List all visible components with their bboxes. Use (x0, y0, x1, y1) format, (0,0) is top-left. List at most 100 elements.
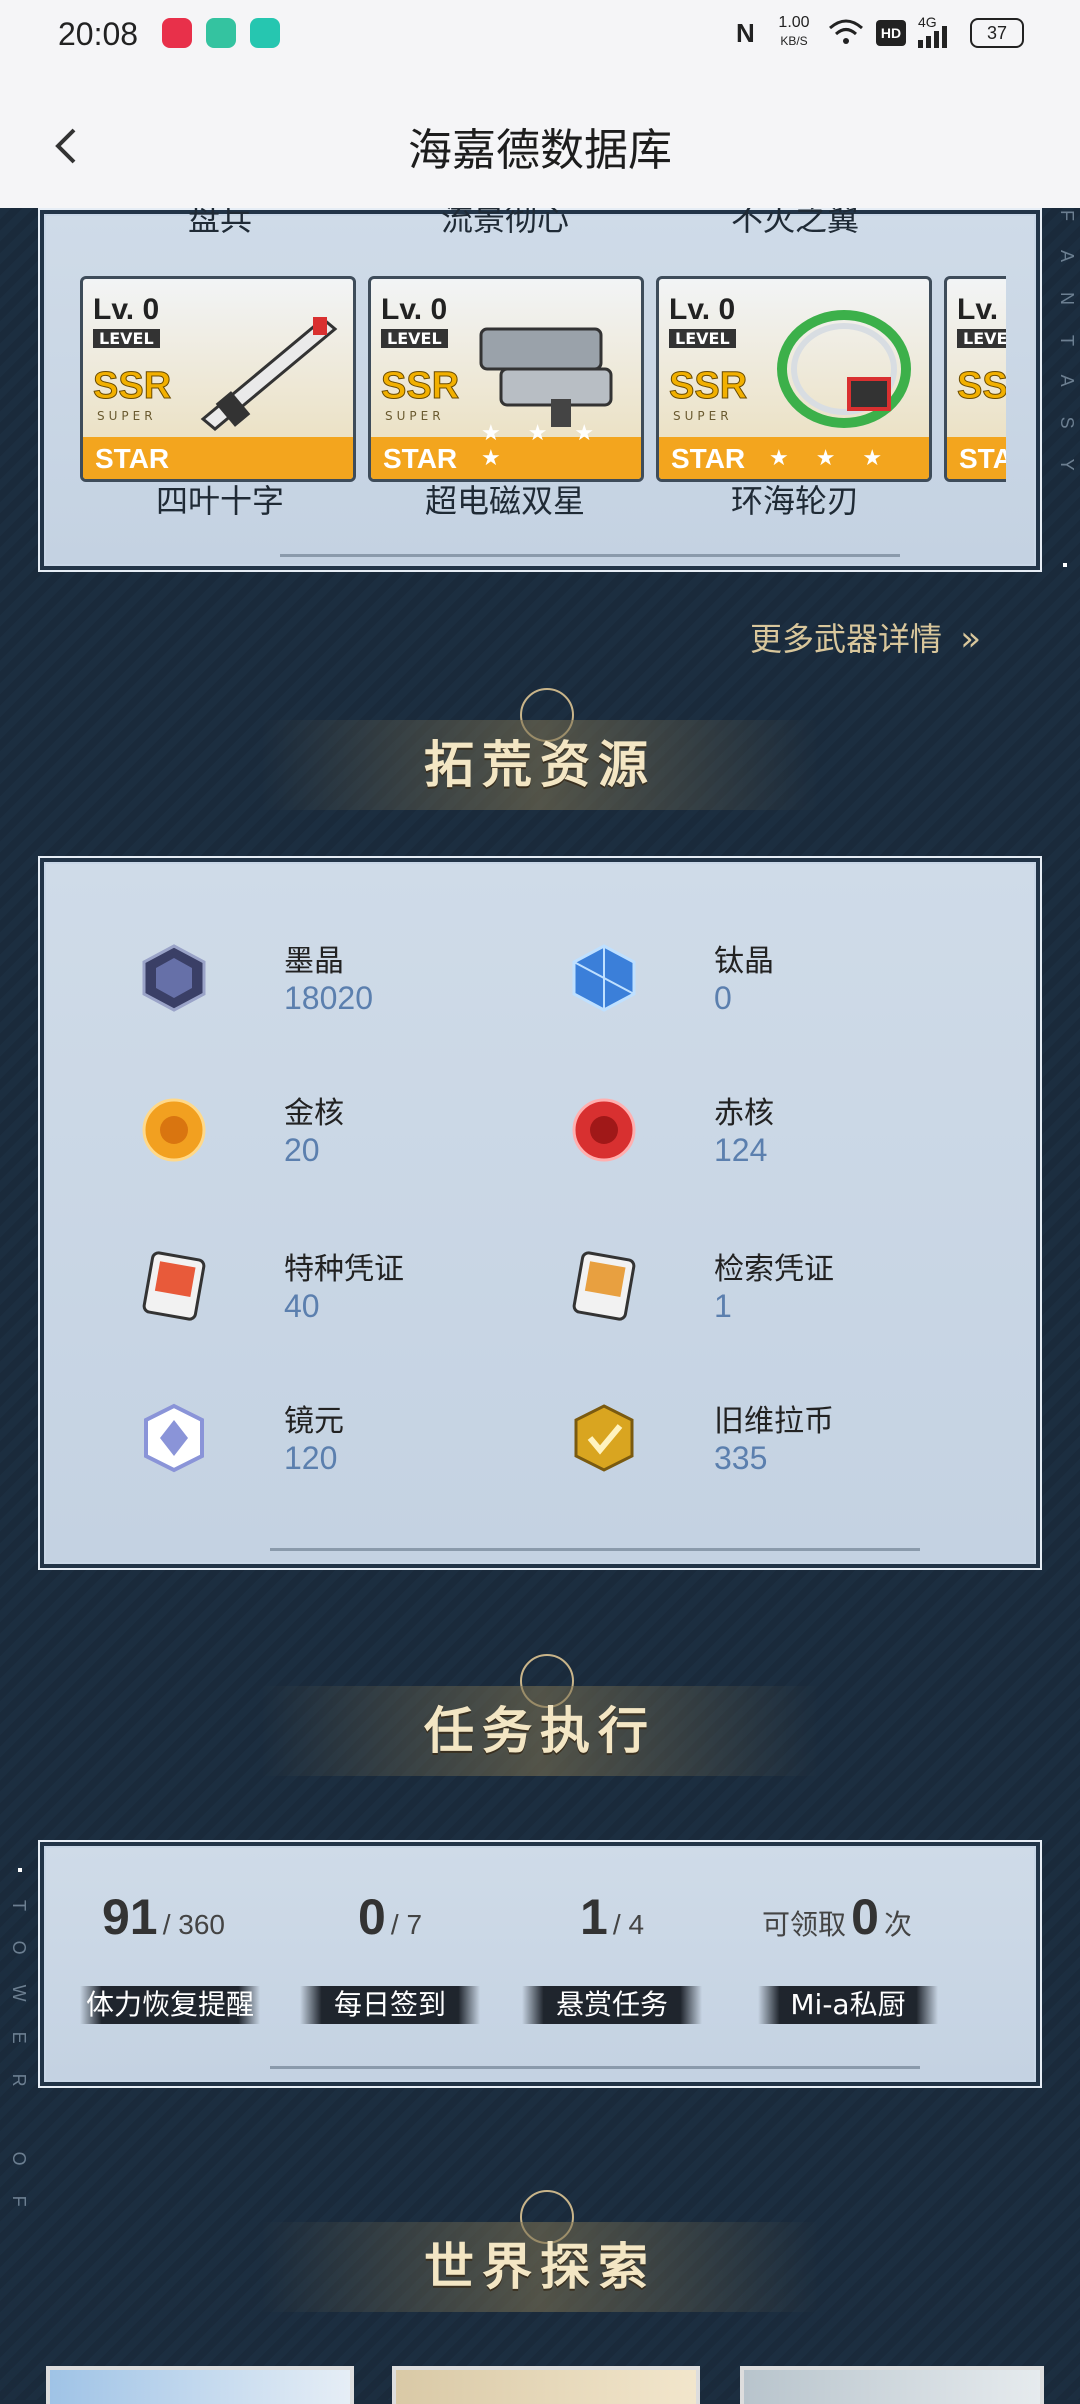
star-rating: ★ ★ ★ (769, 446, 893, 471)
wifi-icon (829, 19, 863, 44)
resource-name: 金核 (284, 1096, 344, 1131)
weapon-level: Lv. 0 (381, 293, 448, 326)
weapon-name: 环海轮刃 (730, 482, 859, 520)
explore-card[interactable] (392, 2366, 700, 2404)
weapon-name: 超电磁双星 (424, 482, 585, 520)
red-core-icon (572, 1098, 636, 1162)
resource-name: 特种凭证 (284, 1252, 404, 1287)
star-rating: ★ ★ ★ ★ (481, 421, 605, 471)
side-deco-right: FANTASY (1057, 210, 1077, 501)
resource-value: 335 (714, 1440, 768, 1476)
task-label: 每日签到 (300, 1986, 480, 2024)
task-count: 0 (851, 1889, 879, 1945)
vera-coin-icon (574, 1404, 634, 1472)
weapon-level: Lv. 0 (669, 293, 736, 326)
resource-value: 0 (714, 980, 732, 1016)
app-header: 海嘉德数据库 (0, 70, 1080, 208)
task-total: / 4 (612, 1909, 645, 1940)
star-label: STAR (671, 443, 746, 474)
gold-core-icon (142, 1098, 206, 1162)
task-total: / 7 (390, 1909, 423, 1940)
panel-divider (270, 2066, 920, 2069)
resource-item[interactable]: 旧维拉币 335 (520, 1360, 960, 1490)
panel-divider (270, 1548, 920, 1551)
resource-item[interactable]: 金核 20 (90, 1052, 530, 1182)
security-app-icon (206, 18, 236, 48)
resource-name: 赤核 (714, 1096, 774, 1131)
resource-name: 墨晶 (284, 944, 344, 979)
task-count: 0 (358, 1889, 386, 1945)
resource-item[interactable]: 钛晶 0 (520, 900, 960, 1030)
page-title: 海嘉德数据库 (408, 125, 672, 176)
weapon-level-label: LEVEL (669, 329, 736, 348)
weapon-level: Lv. 0 (957, 293, 1006, 326)
signal-icon (918, 26, 947, 48)
resources-grid: 墨晶 18020 钛晶 0 金核 20 赤核 124 特种凭证 40 检索凭证 … (90, 900, 1010, 1520)
resource-value: 124 (714, 1132, 768, 1168)
section-title-explore: 世界探索 (260, 2222, 820, 2312)
weapon-level-label: LEVEL (93, 329, 160, 348)
section-title-resources: 拓荒资源 (260, 720, 820, 810)
weapon-level-label: LEVEL (381, 329, 448, 348)
resource-name: 钛晶 (714, 944, 774, 979)
explore-card[interactable] (46, 2366, 354, 2404)
resource-item[interactable]: 赤核 124 (520, 1052, 960, 1182)
dual-gun-weapon-icon (479, 327, 613, 427)
star-label: STAR (383, 443, 458, 474)
battery-level: 37 (986, 23, 1008, 43)
carousel-scrollbar[interactable] (280, 554, 900, 557)
weapon-level: Lv. 0 (93, 293, 160, 326)
resource-item[interactable]: 镜元 120 (90, 1360, 530, 1490)
weapon-rarity-sub: SUPER (385, 409, 445, 423)
special-voucher-icon (142, 1251, 206, 1321)
resource-item[interactable]: 墨晶 18020 (90, 900, 530, 1030)
weapon-card[interactable]: Lv. 0 LEVEL SSR SUPER STAR ★ ★ ★ (656, 276, 932, 482)
hd-icon: HD (876, 20, 906, 46)
deco-dot (1063, 563, 1067, 567)
weapon-card[interactable]: Lv. 0 LEVEL SSR SUPER STAR ★ ★ ★ ★ (368, 276, 644, 482)
star-label: STAR (95, 443, 170, 474)
resource-value: 20 (284, 1132, 320, 1168)
net-speed-unit: KB/S (780, 34, 808, 48)
resource-value: 120 (284, 1440, 338, 1476)
more-weapons-label: 更多武器详情 (750, 620, 943, 658)
resource-name: 镜元 (284, 1404, 344, 1439)
weapon-rarity-sub: SUPER (673, 409, 733, 423)
deco-dot (18, 1868, 22, 1872)
task-label: 悬赏任务 (522, 1986, 702, 2024)
weapon-card[interactable]: Lv. 0 LEVEL SSR SUPER STAR (80, 276, 356, 482)
task-total: / 360 (162, 1909, 225, 1940)
status-bar: 20:08 N 1.00 KB/S HD 4G 37 (0, 0, 1080, 70)
weapon-rarity: SSR (380, 365, 460, 408)
weapon-rarity: SSR (92, 365, 172, 408)
dark-crystal-icon (142, 944, 206, 1012)
section-title-tasks: 任务执行 (260, 1686, 820, 1776)
task-item-bounty[interactable]: 1 / 4 悬赏任务 (522, 1888, 722, 2038)
explore-card[interactable] (740, 2366, 1044, 2404)
weapon-rarity: SSR (956, 365, 1006, 408)
battery-icon: 37 (970, 18, 1024, 48)
resource-name: 旧维拉币 (714, 1404, 834, 1439)
mirror-gem-icon (144, 1403, 204, 1473)
task-count: 91 (102, 1889, 158, 1945)
rifle-weapon-icon (200, 317, 338, 431)
task-item-checkin[interactable]: 0 / 7 每日签到 (300, 1888, 500, 2038)
task-item-kitchen[interactable]: 可领取 0 次 Mi-a私厨 (744, 1888, 1004, 2038)
task-item-stamina[interactable]: 91 / 360 体力恢复提醒 (80, 1888, 280, 2038)
weapon-carousel[interactable]: Lv. 0 LEVEL SSR SUPER STAR Lv. 0 LEVEL S… (76, 270, 1006, 490)
side-deco-left: TOWER OF (9, 1900, 29, 2237)
more-weapons-link[interactable]: 更多武器详情 » (750, 614, 981, 660)
resource-value: 1 (714, 1288, 732, 1324)
star-label: STAR (959, 443, 1006, 474)
net-speed-value: 1.00 (778, 14, 810, 31)
search-voucher-icon (572, 1251, 636, 1321)
double-chevron-right-icon: » (960, 619, 981, 659)
weapon-card[interactable]: Lv. 0 LEVEL SSR STAR (944, 276, 1006, 482)
status-time: 20:08 (58, 16, 139, 52)
resource-value: 18020 (284, 980, 373, 1016)
weapon-level-label: LEVEL (957, 329, 1006, 348)
resource-item[interactable]: 特种凭证 40 (90, 1208, 530, 1338)
weapon-name: 四叶十字 (155, 482, 284, 520)
resource-item[interactable]: 检索凭证 1 (520, 1208, 960, 1338)
weapon-rarity: SSR (668, 365, 748, 408)
